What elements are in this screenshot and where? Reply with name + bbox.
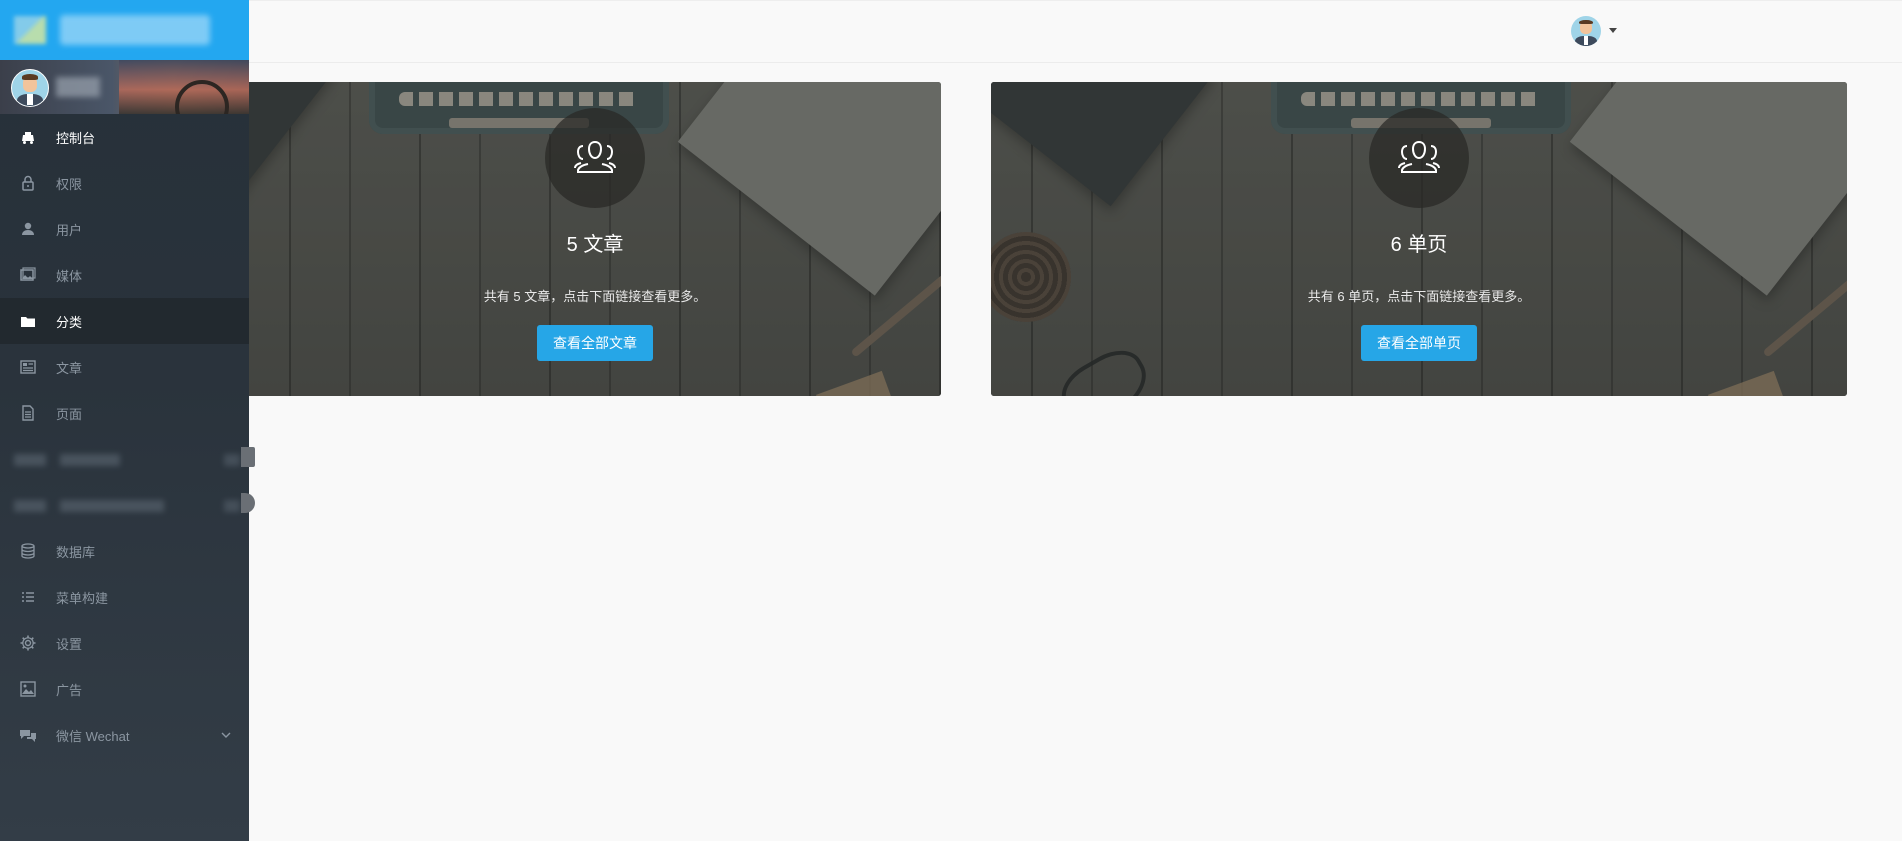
sidebar-item-label: 设置 <box>56 636 83 652</box>
logo-mark-redacted <box>14 16 46 44</box>
chevron-down-icon[interactable] <box>219 728 233 742</box>
users-icon <box>1369 108 1469 208</box>
sidebar-item-dashboard[interactable]: 控制台 <box>0 114 249 160</box>
sidebar-edge-tab[interactable] <box>241 493 255 513</box>
sidebar-menu: 控制台 权限 用户 媒体 分类 文章 页面 数据库 菜单构建 设置 广告 微信 … <box>0 114 255 758</box>
article-icon <box>18 358 38 376</box>
pages-stat-card: 6 单页 共有 6 单页，点击下面链接查看更多。 查看全部单页 <box>991 82 1847 396</box>
sidebar-item-media[interactable]: 媒体 <box>0 252 249 298</box>
sidebar-item-permissions[interactable]: 权限 <box>0 160 249 206</box>
sidebar-item-settings[interactable]: 设置 <box>0 620 249 666</box>
gear-icon <box>18 634 38 652</box>
sidebar-item-categories[interactable]: 分类 <box>0 298 249 344</box>
media-icon <box>18 266 38 284</box>
page-count: 6 单页 <box>1390 234 1448 256</box>
sidebar-item-label: 页面 <box>56 406 83 422</box>
top-header <box>249 0 1902 63</box>
page-icon <box>18 404 38 422</box>
avatar[interactable] <box>11 69 49 107</box>
sidebar-edge-tab[interactable] <box>241 447 255 467</box>
sidebar-item-label: 微信 Wechat <box>56 728 130 744</box>
username-redacted <box>56 77 100 97</box>
page-description: 共有 6 单页，点击下面链接查看更多。 <box>1307 289 1531 304</box>
sidebar-item-label: 广告 <box>56 682 83 698</box>
sidebar: 控制台 权限 用户 媒体 分类 文章 页面 数据库 菜单构建 设置 广告 微信 … <box>0 0 255 841</box>
sidebar-item-label: 控制台 <box>56 130 96 146</box>
sidebar-item-menu-builder[interactable]: 菜单构建 <box>0 574 249 620</box>
sidebar-item-pages[interactable]: 页面 <box>0 390 249 436</box>
sidebar-item-redacted[interactable] <box>0 436 255 482</box>
sidebar-item-articles[interactable]: 文章 <box>0 344 249 390</box>
sidebar-item-redacted[interactable] <box>0 482 255 528</box>
list-icon <box>18 588 38 606</box>
sidebar-item-wechat[interactable]: 微信 Wechat <box>0 712 249 758</box>
article-description: 共有 5 文章，点击下面链接查看更多。 <box>483 289 707 304</box>
user-avatar-menu[interactable] <box>1571 16 1601 46</box>
folder-icon <box>18 312 38 330</box>
sidebar-item-database[interactable]: 数据库 <box>0 528 249 574</box>
lock-icon <box>18 174 38 192</box>
sidebar-item-label: 用户 <box>56 222 83 238</box>
user-icon <box>18 220 38 238</box>
wechat-icon <box>18 726 38 744</box>
sidebar-item-label: 数据库 <box>56 544 96 560</box>
user-panel <box>0 60 249 114</box>
caret-down-icon[interactable] <box>1609 28 1617 33</box>
sidebar-item-label: 文章 <box>56 360 83 376</box>
database-icon <box>18 542 38 560</box>
site-title-redacted <box>60 15 210 45</box>
brand-logo[interactable] <box>0 0 249 60</box>
view-all-articles-button[interactable]: 查看全部文章 <box>537 325 653 361</box>
sidebar-item-users[interactable]: 用户 <box>0 206 249 252</box>
sidebar-item-ads[interactable]: 广告 <box>0 666 249 712</box>
articles-stat-card: 5 文章 共有 5 文章，点击下面链接查看更多。 查看全部文章 <box>249 82 941 396</box>
sidebar-item-label: 媒体 <box>56 268 83 284</box>
sidebar-item-label: 分类 <box>56 314 83 330</box>
image-icon <box>18 680 38 698</box>
sidebar-item-label: 权限 <box>56 176 83 192</box>
dashboard-icon <box>18 128 38 146</box>
users-icon <box>545 108 645 208</box>
sidebar-item-label: 菜单构建 <box>56 590 109 606</box>
view-all-pages-button[interactable]: 查看全部单页 <box>1361 325 1477 361</box>
article-count: 5 文章 <box>566 234 624 256</box>
